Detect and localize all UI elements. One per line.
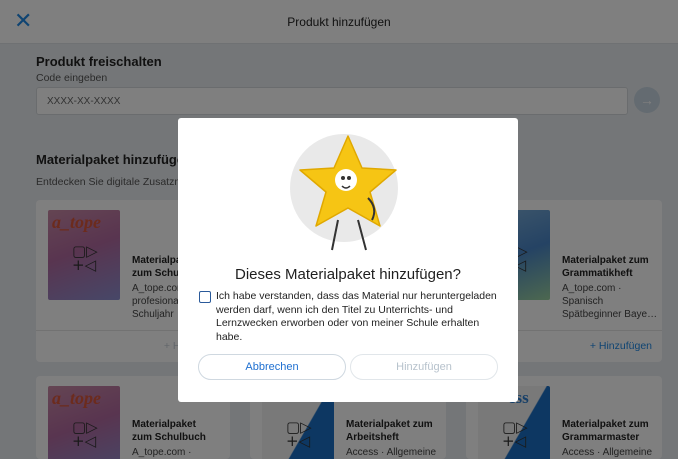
consent-text: Ich habe verstanden, dass das Material n… — [216, 290, 497, 343]
dialog-heading: Dieses Materialpaket hinzufügen? — [235, 266, 461, 283]
star-mascot-illustration — [299, 135, 397, 251]
cancel-button[interactable]: Abbrechen — [198, 354, 346, 380]
confirm-dialog: Dieses Materialpaket hinzufügen? Ich hab… — [178, 118, 518, 402]
consent-checkbox[interactable] — [199, 291, 211, 303]
add-button-disabled[interactable]: Hinzufügen — [350, 354, 498, 380]
